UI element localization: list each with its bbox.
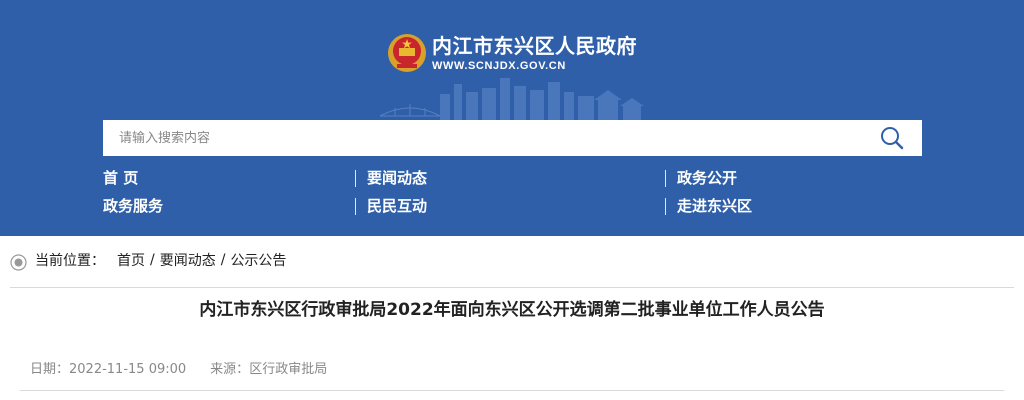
- site-title: 内江市东兴区人民政府: [432, 34, 637, 58]
- search-button[interactable]: [862, 120, 922, 156]
- search-input[interactable]: [103, 120, 862, 156]
- site-header: 内江市东兴区人民政府 WWW.SCNJDX.GOV.CN 首 页 要闻动态 政务…: [0, 0, 1024, 236]
- breadcrumb-label: 当前位置：: [35, 253, 105, 269]
- nav-item-news[interactable]: 要闻动态: [367, 166, 427, 190]
- divider: [10, 287, 1014, 288]
- breadcrumb-announcements[interactable]: 公示公告: [230, 250, 286, 270]
- breadcrumb-separator: /: [150, 252, 155, 268]
- nav-separator: [665, 170, 666, 187]
- nav-item-services[interactable]: 政务服务: [103, 194, 163, 218]
- divider: [20, 390, 1004, 391]
- site-domain: WWW.SCNJDX.GOV.CN: [432, 60, 566, 72]
- site-brand[interactable]: 内江市东兴区人民政府 WWW.SCNJDX.GOV.CN: [386, 30, 637, 76]
- nav-item-about-dongxing[interactable]: 走进东兴区: [677, 194, 752, 218]
- article-date: 2022-11-15 09:00: [69, 362, 187, 377]
- nav-item-government-affairs[interactable]: 政务公开: [677, 166, 737, 190]
- nav-separator: [665, 198, 666, 215]
- nav-separator: [355, 170, 356, 187]
- article-title: 内江市东兴区行政审批局2022年面向东兴区公开选调第二批事业单位工作人员公告: [199, 300, 825, 320]
- breadcrumb-home[interactable]: 首页: [117, 250, 145, 270]
- source-label: 来源：: [210, 362, 250, 377]
- nav-item-interaction[interactable]: 民民互动: [367, 194, 427, 218]
- nav-separator: [355, 198, 356, 215]
- breadcrumb-separator: /: [220, 252, 226, 268]
- article-source: 区行政审批局: [249, 362, 328, 377]
- national-emblem-icon: [388, 34, 426, 72]
- main-nav: 首 页 要闻动态 政务公开 政务服务 民民互动 走进东兴区: [103, 166, 922, 224]
- article-meta: 日期：2022-11-15 09:00 来源：区行政审批局: [30, 358, 351, 377]
- location-icon: [10, 254, 27, 271]
- breadcrumb: 当前位置： 首页 / 要闻动态 / 公示公告: [10, 248, 286, 272]
- nav-item-home[interactable]: 首 页: [103, 166, 138, 190]
- city-skyline-decoration: [380, 78, 644, 122]
- search-bar: [103, 120, 922, 156]
- search-icon: [881, 127, 904, 150]
- breadcrumb-news[interactable]: 要闻动态: [160, 250, 216, 270]
- date-label: 日期：: [30, 362, 70, 377]
